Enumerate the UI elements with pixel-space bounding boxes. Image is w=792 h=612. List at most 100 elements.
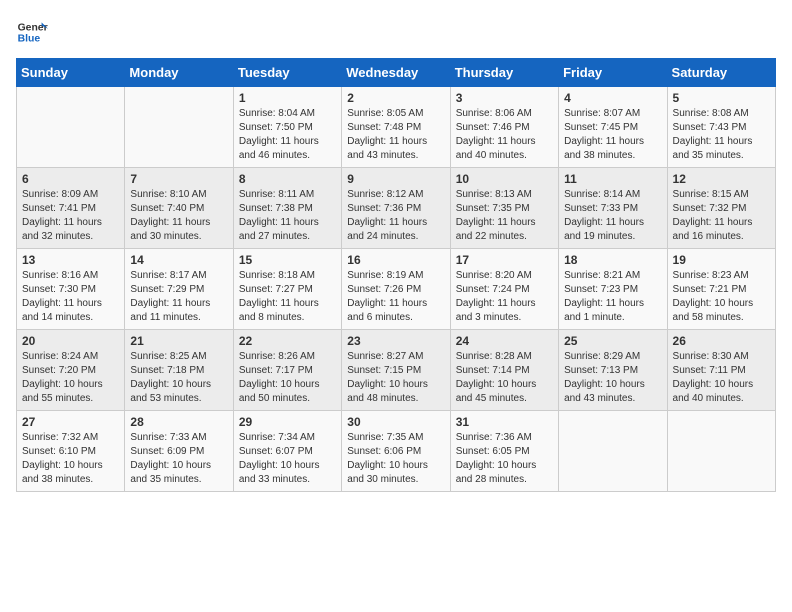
calendar-cell-w5d1: 27 Sunrise: 7:32 AM Sunset: 6:10 PM Dayli… — [17, 411, 125, 492]
calendar-cell-w3d2: 14 Sunrise: 8:17 AM Sunset: 7:29 PM Dayli… — [125, 249, 233, 330]
header-saturday: Saturday — [667, 59, 775, 87]
day-info: Sunrise: 8:18 AM Sunset: 7:27 PM Dayligh… — [239, 269, 336, 325]
day-info: Sunrise: 7:35 AM Sunset: 6:06 PM Dayligh… — [347, 431, 444, 487]
day-info: Sunrise: 8:29 AM Sunset: 7:13 PM Dayligh… — [564, 350, 661, 406]
header-friday: Friday — [559, 59, 667, 87]
calendar-cell-w5d5: 31 Sunrise: 7:36 AM Sunset: 6:05 PM Dayli… — [450, 411, 558, 492]
calendar-cell-w4d3: 22Sunrise: 8:26 AM Sunset: 7:17 PM Dayli… — [233, 330, 341, 411]
calendar-cell-w1d5: 3Sunrise: 8:06 AM Sunset: 7:46 PM Daylig… — [450, 87, 558, 168]
day-info: Sunrise: 8:19 AM Sunset: 7:26 PM Dayligh… — [347, 269, 444, 325]
calendar-cell-w2d4: 9 Sunrise: 8:12 AM Sunset: 7:36 PM Daylig… — [342, 168, 450, 249]
day-number: 29 — [239, 415, 336, 429]
day-number: 7 — [130, 172, 227, 186]
calendar-week-2: 6Sunrise: 8:09 AM Sunset: 7:41 PM Daylig… — [17, 168, 776, 249]
header-monday: Monday — [125, 59, 233, 87]
calendar-week-3: 13 Sunrise: 8:16 AM Sunset: 7:30 PM Dayli… — [17, 249, 776, 330]
day-number: 11 — [564, 172, 661, 186]
calendar-table: SundayMondayTuesdayWednesdayThursdayFrid… — [16, 58, 776, 492]
day-number: 5 — [673, 91, 770, 105]
day-info: Sunrise: 7:36 AM Sunset: 6:05 PM Dayligh… — [456, 431, 553, 487]
calendar-cell-w4d6: 25 Sunrise: 8:29 AM Sunset: 7:13 PM Dayli… — [559, 330, 667, 411]
day-number: 23 — [347, 334, 444, 348]
day-info: Sunrise: 8:09 AM Sunset: 7:41 PM Dayligh… — [22, 188, 119, 244]
header-wednesday: Wednesday — [342, 59, 450, 87]
day-info: Sunrise: 8:11 AM Sunset: 7:38 PM Dayligh… — [239, 188, 336, 244]
day-number: 13 — [22, 253, 119, 267]
day-info: Sunrise: 7:34 AM Sunset: 6:07 PM Dayligh… — [239, 431, 336, 487]
svg-text:General: General — [18, 22, 48, 33]
day-number: 8 — [239, 172, 336, 186]
calendar-cell-w4d4: 23 Sunrise: 8:27 AM Sunset: 7:15 PM Dayli… — [342, 330, 450, 411]
day-number: 4 — [564, 91, 661, 105]
day-number: 14 — [130, 253, 227, 267]
day-info: Sunrise: 7:32 AM Sunset: 6:10 PM Dayligh… — [22, 431, 119, 487]
day-number: 20 — [22, 334, 119, 348]
svg-text:Blue: Blue — [18, 34, 41, 45]
calendar-cell-w2d7: 12Sunrise: 8:15 AM Sunset: 7:32 PM Dayli… — [667, 168, 775, 249]
page-header: General Blue — [16, 16, 776, 48]
calendar-cell-w4d5: 24Sunrise: 8:28 AM Sunset: 7:14 PM Dayli… — [450, 330, 558, 411]
day-number: 31 — [456, 415, 553, 429]
header-thursday: Thursday — [450, 59, 558, 87]
day-number: 2 — [347, 91, 444, 105]
calendar-cell-w1d3: 1 Sunrise: 8:04 AM Sunset: 7:50 PM Daylig… — [233, 87, 341, 168]
calendar-body: 1 Sunrise: 8:04 AM Sunset: 7:50 PM Daylig… — [17, 87, 776, 492]
day-info: Sunrise: 8:21 AM Sunset: 7:23 PM Dayligh… — [564, 269, 661, 325]
day-info: Sunrise: 8:05 AM Sunset: 7:48 PM Dayligh… — [347, 107, 444, 163]
calendar-cell-w2d3: 8 Sunrise: 8:11 AM Sunset: 7:38 PM Daylig… — [233, 168, 341, 249]
calendar-cell-w3d3: 15 Sunrise: 8:18 AM Sunset: 7:27 PM Dayli… — [233, 249, 341, 330]
header-tuesday: Tuesday — [233, 59, 341, 87]
day-number: 25 — [564, 334, 661, 348]
day-number: 12 — [673, 172, 770, 186]
day-number: 19 — [673, 253, 770, 267]
calendar-cell-w3d1: 13 Sunrise: 8:16 AM Sunset: 7:30 PM Dayli… — [17, 249, 125, 330]
day-info: Sunrise: 8:24 AM Sunset: 7:20 PM Dayligh… — [22, 350, 119, 406]
day-info: Sunrise: 8:06 AM Sunset: 7:46 PM Dayligh… — [456, 107, 553, 163]
calendar-week-4: 20 Sunrise: 8:24 AM Sunset: 7:20 PM Dayli… — [17, 330, 776, 411]
calendar-cell-w1d6: 4Sunrise: 8:07 AM Sunset: 7:45 PM Daylig… — [559, 87, 667, 168]
calendar-cell-w4d7: 26 Sunrise: 8:30 AM Sunset: 7:11 PM Dayli… — [667, 330, 775, 411]
day-number: 1 — [239, 91, 336, 105]
day-info: Sunrise: 8:17 AM Sunset: 7:29 PM Dayligh… — [130, 269, 227, 325]
header-sunday: Sunday — [17, 59, 125, 87]
day-info: Sunrise: 8:27 AM Sunset: 7:15 PM Dayligh… — [347, 350, 444, 406]
calendar-cell-w5d4: 30 Sunrise: 7:35 AM Sunset: 6:06 PM Dayli… — [342, 411, 450, 492]
day-number: 9 — [347, 172, 444, 186]
calendar-cell-w1d4: 2 Sunrise: 8:05 AM Sunset: 7:48 PM Daylig… — [342, 87, 450, 168]
day-info: Sunrise: 8:28 AM Sunset: 7:14 PM Dayligh… — [456, 350, 553, 406]
calendar-cell-w5d7 — [667, 411, 775, 492]
day-info: Sunrise: 8:16 AM Sunset: 7:30 PM Dayligh… — [22, 269, 119, 325]
day-info: Sunrise: 8:08 AM Sunset: 7:43 PM Dayligh… — [673, 107, 770, 163]
day-info: Sunrise: 8:14 AM Sunset: 7:33 PM Dayligh… — [564, 188, 661, 244]
calendar-cell-w3d5: 17Sunrise: 8:20 AM Sunset: 7:24 PM Dayli… — [450, 249, 558, 330]
logo: General Blue — [16, 16, 48, 48]
day-number: 15 — [239, 253, 336, 267]
day-number: 28 — [130, 415, 227, 429]
calendar-header-row: SundayMondayTuesdayWednesdayThursdayFrid… — [17, 59, 776, 87]
day-info: Sunrise: 8:04 AM Sunset: 7:50 PM Dayligh… — [239, 107, 336, 163]
day-number: 21 — [130, 334, 227, 348]
logo-icon: General Blue — [16, 16, 48, 48]
calendar-cell-w4d2: 21Sunrise: 8:25 AM Sunset: 7:18 PM Dayli… — [125, 330, 233, 411]
calendar-week-1: 1 Sunrise: 8:04 AM Sunset: 7:50 PM Daylig… — [17, 87, 776, 168]
day-number: 30 — [347, 415, 444, 429]
calendar-week-5: 27 Sunrise: 7:32 AM Sunset: 6:10 PM Dayli… — [17, 411, 776, 492]
day-number: 18 — [564, 253, 661, 267]
day-number: 22 — [239, 334, 336, 348]
day-number: 17 — [456, 253, 553, 267]
day-info: Sunrise: 8:30 AM Sunset: 7:11 PM Dayligh… — [673, 350, 770, 406]
calendar-cell-w3d4: 16Sunrise: 8:19 AM Sunset: 7:26 PM Dayli… — [342, 249, 450, 330]
calendar-cell-w1d7: 5 Sunrise: 8:08 AM Sunset: 7:43 PM Daylig… — [667, 87, 775, 168]
calendar-cell-w3d6: 18 Sunrise: 8:21 AM Sunset: 7:23 PM Dayli… — [559, 249, 667, 330]
day-number: 26 — [673, 334, 770, 348]
day-info: Sunrise: 8:23 AM Sunset: 7:21 PM Dayligh… — [673, 269, 770, 325]
day-number: 27 — [22, 415, 119, 429]
calendar-cell-w2d5: 10Sunrise: 8:13 AM Sunset: 7:35 PM Dayli… — [450, 168, 558, 249]
calendar-cell-w5d2: 28Sunrise: 7:33 AM Sunset: 6:09 PM Dayli… — [125, 411, 233, 492]
day-info: Sunrise: 8:12 AM Sunset: 7:36 PM Dayligh… — [347, 188, 444, 244]
day-info: Sunrise: 8:10 AM Sunset: 7:40 PM Dayligh… — [130, 188, 227, 244]
calendar-cell-w5d3: 29 Sunrise: 7:34 AM Sunset: 6:07 PM Dayli… — [233, 411, 341, 492]
calendar-cell-w2d6: 11 Sunrise: 8:14 AM Sunset: 7:33 PM Dayli… — [559, 168, 667, 249]
calendar-cell-w4d1: 20 Sunrise: 8:24 AM Sunset: 7:20 PM Dayli… — [17, 330, 125, 411]
day-number: 10 — [456, 172, 553, 186]
